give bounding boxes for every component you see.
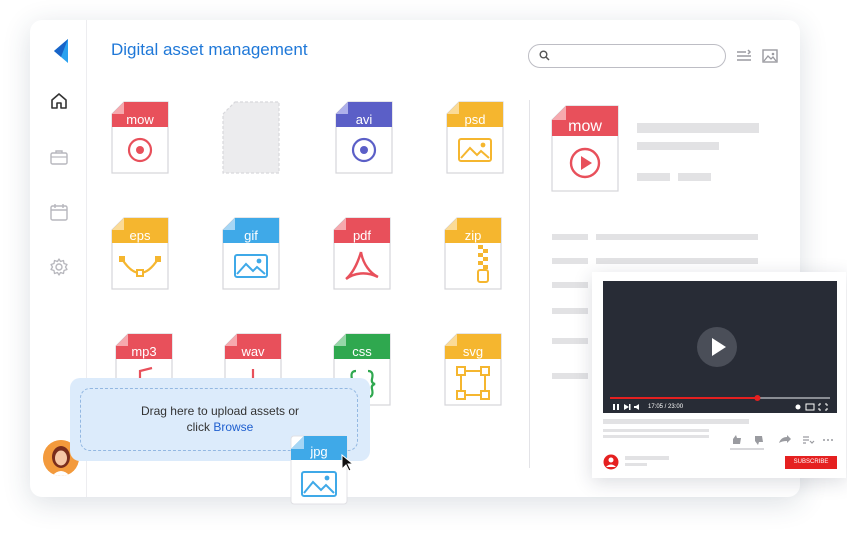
placeholder-line <box>625 463 647 466</box>
file-zip[interactable]: zip <box>443 217 503 291</box>
placeholder-line <box>625 456 669 460</box>
file-placeholder[interactable] <box>221 101 281 175</box>
file-eps[interactable]: eps <box>110 217 170 291</box>
file-ext-label: pdf <box>352 228 372 243</box>
search-input[interactable] <box>557 47 721 65</box>
home-icon[interactable] <box>48 90 70 112</box>
file-ext-label: mow <box>126 112 154 127</box>
file-gif[interactable]: gif <box>221 217 281 291</box>
placeholder-line <box>552 282 588 288</box>
placeholder-line <box>552 308 588 314</box>
app-logo-icon <box>54 39 68 63</box>
placeholder-line <box>637 173 670 181</box>
placeholder-line <box>552 373 588 379</box>
file-ext-label: jpg <box>310 444 328 459</box>
file-ext-label: css <box>352 344 372 359</box>
placeholder-line <box>552 338 588 344</box>
briefcase-icon[interactable] <box>48 146 70 168</box>
file-ext-label: avi <box>355 112 373 127</box>
channel-avatar-icon <box>603 454 619 470</box>
calendar-icon[interactable] <box>48 201 70 223</box>
subscribe-button[interactable]: SUBSCRIBE <box>785 456 837 469</box>
placeholder-line <box>678 173 711 181</box>
video-actions-icon[interactable] <box>730 434 840 446</box>
placeholder-line <box>596 258 758 264</box>
settings-gear-icon[interactable] <box>48 256 70 278</box>
placeholder-line <box>552 258 588 264</box>
upload-click-text: click <box>186 420 210 434</box>
file-ext-label: svg <box>462 344 484 359</box>
filter-list-icon[interactable] <box>736 48 752 64</box>
video-progress-bar[interactable] <box>610 394 830 402</box>
image-view-icon[interactable] <box>762 48 779 64</box>
file-mow[interactable]: mow <box>110 101 170 175</box>
file-ext-label: eps <box>129 228 151 243</box>
file-ext-label: gif <box>244 228 258 243</box>
placeholder-line <box>603 429 709 432</box>
file-ext-label: zip <box>464 228 482 243</box>
placeholder-line <box>603 435 709 438</box>
upload-text: Drag here to upload assets or <box>140 404 300 418</box>
video-player-card: 17:05 / 23:00 SUBSCRIBE <box>592 272 846 478</box>
preview-file-mow: mow <box>550 105 620 193</box>
search-bar[interactable] <box>528 44 726 68</box>
page-title: Digital asset management <box>111 40 308 59</box>
file-pdf[interactable]: pdf <box>332 217 392 291</box>
playback-controls-icon[interactable] <box>612 403 642 411</box>
play-icon[interactable] <box>696 326 738 368</box>
file-ext-label: wav <box>241 344 265 359</box>
file-ext-label: mp3 <box>131 344 157 359</box>
browse-link[interactable]: Browse <box>213 420 253 434</box>
placeholder-line <box>552 234 588 240</box>
upload-instructions: Drag here to upload assets or click Brow… <box>81 403 359 435</box>
video-time: 17:05 / 23:00 <box>648 404 684 410</box>
search-icon <box>539 50 550 61</box>
preview-ext-label: mow <box>568 118 602 135</box>
file-psd[interactable]: psd <box>445 101 505 175</box>
file-placeholder-graphic <box>222 101 280 174</box>
mouse-cursor-icon <box>341 454 355 472</box>
placeholder-line <box>637 142 719 150</box>
placeholder-line <box>596 234 758 240</box>
file-svg[interactable]: svg <box>443 333 503 407</box>
placeholder-line <box>730 448 764 450</box>
video-settings-fullscreen-icon[interactable] <box>795 403 829 411</box>
placeholder-line <box>603 419 749 424</box>
placeholder-line <box>637 123 759 133</box>
video-player[interactable]: 17:05 / 23:00 <box>603 281 837 413</box>
dragged-file-jpg[interactable]: jpg <box>290 434 348 506</box>
file-ext-label: psd <box>464 112 486 127</box>
panel-divider <box>529 100 530 468</box>
file-avi[interactable]: avi <box>334 101 394 175</box>
